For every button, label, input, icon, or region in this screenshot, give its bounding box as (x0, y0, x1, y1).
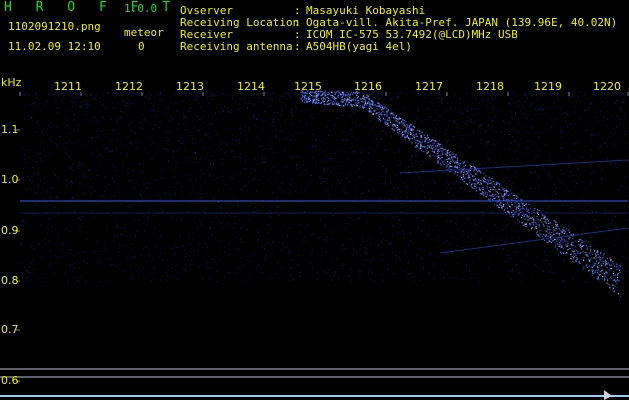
x-tick-label: 1211 (54, 80, 82, 93)
header-panel: H R O F F T 1.0.0 1102091210.png meteor … (0, 0, 629, 78)
meteor-count: 0 (138, 40, 145, 53)
y-tick-label: 1.0 (1, 173, 19, 186)
date-time: 11.02.09 12:10 (8, 40, 101, 53)
app-version: 1.0.0 (124, 2, 158, 15)
x-tick-label: 1216 (354, 80, 382, 93)
info-key-antenna: Receiving antenna (180, 40, 293, 53)
y-tick-label: 0.6 (1, 374, 19, 387)
file-name: 1102091210.png (8, 20, 101, 33)
spectrogram-plot: kHz 1211 1212 1213 1214 1215 1216 1217 1… (0, 76, 629, 400)
info-value-antenna: A504HB(yagi 4el) (306, 40, 412, 53)
x-tick-label: 1219 (534, 80, 562, 93)
y-tick-label: 0.9 (1, 224, 19, 237)
noise-field (20, 92, 629, 283)
x-tick-label: 1220 (593, 80, 621, 93)
x-tick-label: 1217 (415, 80, 443, 93)
y-tick-label: 0.7 (1, 323, 19, 336)
x-tick-label: 1215 (294, 80, 322, 93)
x-tick-label: 1218 (476, 80, 504, 93)
x-tick-label: 1214 (237, 80, 265, 93)
drift-line (439, 227, 629, 254)
spectrogram-canvas (0, 90, 629, 400)
x-tick-label: 1213 (176, 80, 204, 93)
x-tick-label: 1212 (115, 80, 143, 93)
y-tick-label: 1.1 (1, 123, 19, 136)
drift-line (399, 159, 629, 174)
meteor-echo-trail (300, 90, 622, 297)
y-tick-label: 0.8 (1, 274, 19, 287)
y-axis-unit: kHz (1, 76, 22, 89)
info-colon: : (294, 40, 301, 53)
meteor-label: meteor (124, 26, 164, 39)
